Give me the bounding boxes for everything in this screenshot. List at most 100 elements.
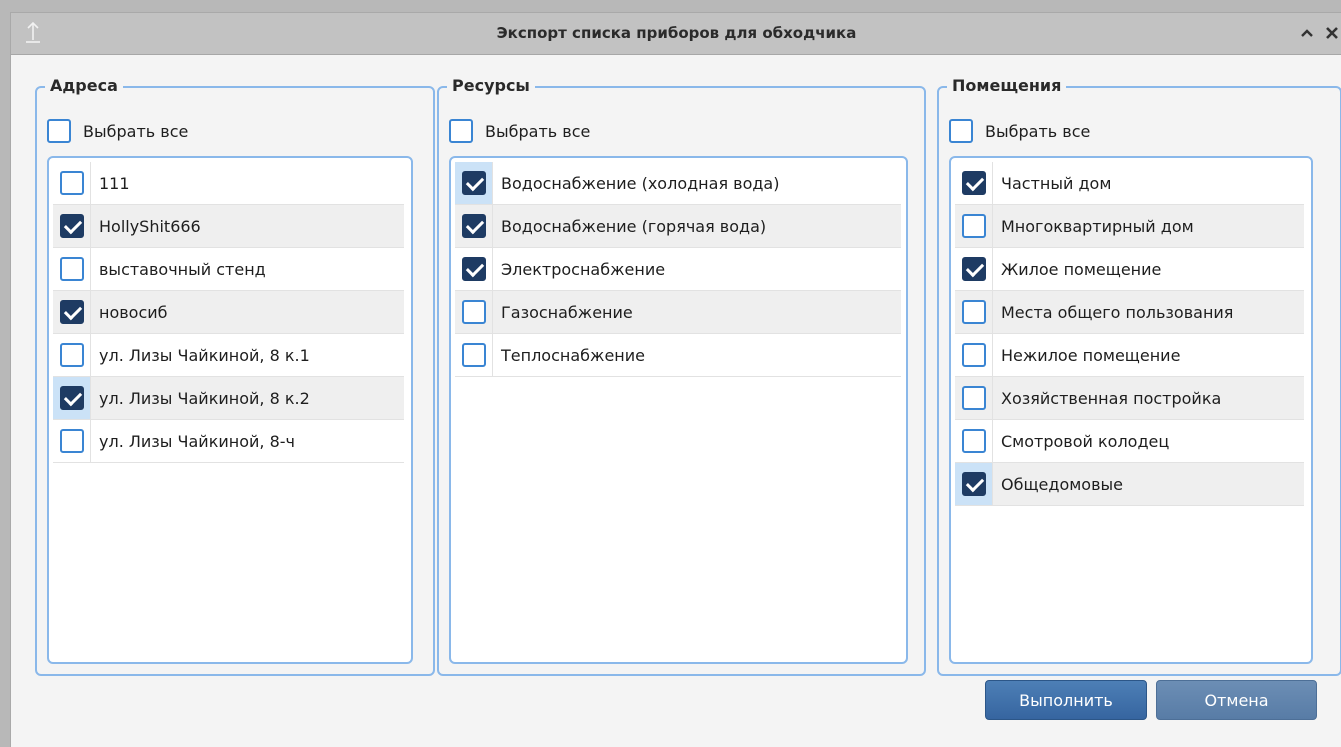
list-item-checkbox-cell[interactable] xyxy=(955,334,993,376)
list-item-label: Общедомовые xyxy=(1001,474,1123,494)
list-item-label: Места общего пользования xyxy=(1001,302,1234,322)
list-item-checkbox[interactable] xyxy=(461,343,486,367)
list-item[interactable]: Электроснабжение xyxy=(455,248,901,291)
addresses-select-all-label: Выбрать все xyxy=(83,121,189,141)
list-item-label: Газоснабжение xyxy=(501,302,633,322)
list-item-label: ул. Лизы Чайкиной, 8-ч xyxy=(99,431,295,451)
list-item-checkbox[interactable] xyxy=(461,214,486,238)
premises-select-all-label: Выбрать все xyxy=(985,121,1091,141)
list-item[interactable]: Газоснабжение xyxy=(455,291,901,334)
resources-group: Ресурсы Выбрать все Водоснабжение (холод… xyxy=(437,75,926,676)
list-item-label: ул. Лизы Чайкиной, 8 к.2 xyxy=(99,388,310,408)
close-icon[interactable] xyxy=(1322,23,1341,43)
list-item[interactable]: Места общего пользования xyxy=(955,291,1304,334)
list-item-label: Электроснабжение xyxy=(501,259,666,279)
list-item-label: Нежилое помещение xyxy=(1001,345,1181,365)
premises-select-all-checkbox[interactable] xyxy=(949,119,973,143)
list-item-checkbox-cell[interactable] xyxy=(53,291,91,333)
list-item[interactable]: Хозяйственная постройка xyxy=(955,377,1304,420)
list-item-checkbox-cell[interactable] xyxy=(955,463,993,505)
list-item[interactable]: Общедомовые xyxy=(955,463,1304,506)
list-item-checkbox[interactable] xyxy=(961,300,986,324)
list-item-checkbox[interactable] xyxy=(961,257,986,281)
execute-button[interactable]: Выполнить xyxy=(985,680,1147,720)
list-item-label: Смотровой колодец xyxy=(1001,431,1170,451)
premises-group-title: Помещения xyxy=(947,75,1067,97)
list-item[interactable]: Смотровой колодец xyxy=(955,420,1304,463)
list-item[interactable]: Водоснабжение (горячая вода) xyxy=(455,205,901,248)
list-item-label: HollyShit666 xyxy=(99,216,201,236)
addresses-select-all-checkbox[interactable] xyxy=(47,119,71,143)
list-item-checkbox-cell[interactable] xyxy=(53,248,91,290)
list-item-checkbox[interactable] xyxy=(59,386,84,410)
list-item-checkbox[interactable] xyxy=(961,472,986,496)
list-item-checkbox[interactable] xyxy=(961,171,986,195)
addresses-group: Адреса Выбрать все 111 HollyShit666 выстав… xyxy=(35,75,435,676)
premises-select-all[interactable]: Выбрать все xyxy=(949,116,1090,146)
list-item[interactable]: выставочный стенд xyxy=(53,248,404,291)
list-item-checkbox[interactable] xyxy=(461,171,486,195)
list-item-checkbox-cell[interactable] xyxy=(53,162,91,204)
list-item-label: 111 xyxy=(99,173,130,193)
list-item-checkbox[interactable] xyxy=(59,429,84,453)
list-item-checkbox-cell[interactable] xyxy=(955,291,993,333)
list-item[interactable]: Нежилое помещение xyxy=(955,334,1304,377)
list-item[interactable]: Многоквартирный дом xyxy=(955,205,1304,248)
list-item-checkbox-cell[interactable] xyxy=(955,377,993,419)
resources-group-title: Ресурсы xyxy=(447,75,535,97)
list-item-checkbox[interactable] xyxy=(961,343,986,367)
list-item[interactable]: ул. Лизы Чайкиной, 8 к.1 xyxy=(53,334,404,377)
list-item-label: Водоснабжение (горячая вода) xyxy=(501,216,767,236)
list-item-checkbox-cell[interactable] xyxy=(455,248,493,290)
list-item-checkbox-cell[interactable] xyxy=(455,205,493,247)
resources-select-all-label: Выбрать все xyxy=(485,121,591,141)
list-item-checkbox[interactable] xyxy=(59,257,84,281)
list-item-checkbox-cell[interactable] xyxy=(455,334,493,376)
list-item[interactable]: новосиб xyxy=(53,291,404,334)
title-bar[interactable]: Экспорт списка приборов для обходчика xyxy=(11,13,1341,55)
list-item-checkbox[interactable] xyxy=(961,429,986,453)
list-item-label: новосиб xyxy=(99,302,168,322)
list-item-checkbox-cell[interactable] xyxy=(955,205,993,247)
list-item-checkbox[interactable] xyxy=(961,214,986,238)
list-item-checkbox[interactable] xyxy=(59,214,84,238)
list-item-checkbox-cell[interactable] xyxy=(53,334,91,376)
resources-select-all-checkbox[interactable] xyxy=(449,119,473,143)
cancel-button[interactable]: Отмена xyxy=(1156,680,1317,720)
list-item-checkbox-cell[interactable] xyxy=(53,205,91,247)
list-item-label: Хозяйственная постройка xyxy=(1001,388,1222,408)
list-item-checkbox[interactable] xyxy=(961,386,986,410)
export-dialog-window: Экспорт списка приборов для обходчика Ад… xyxy=(10,12,1341,747)
list-item-checkbox-cell[interactable] xyxy=(955,162,993,204)
list-item-checkbox-cell[interactable] xyxy=(955,420,993,462)
list-item-checkbox-cell[interactable] xyxy=(455,291,493,333)
list-item-checkbox[interactable] xyxy=(59,343,84,367)
addresses-list[interactable]: 111 HollyShit666 выставочный стенд новосиб у… xyxy=(47,156,413,664)
list-item-checkbox-cell[interactable] xyxy=(53,377,91,419)
resources-list[interactable]: Водоснабжение (холодная вода) Водоснабжен… xyxy=(449,156,908,664)
list-item[interactable]: Водоснабжение (холодная вода) xyxy=(455,162,901,205)
list-item[interactable]: 111 xyxy=(53,162,404,205)
list-item-checkbox[interactable] xyxy=(461,300,486,324)
list-item-checkbox[interactable] xyxy=(461,257,486,281)
list-item-label: Жилое помещение xyxy=(1001,259,1162,279)
list-item-label: ул. Лизы Чайкиной, 8 к.1 xyxy=(99,345,310,365)
addresses-select-all[interactable]: Выбрать все xyxy=(47,116,188,146)
list-item-checkbox-cell[interactable] xyxy=(53,420,91,462)
resources-select-all[interactable]: Выбрать все xyxy=(449,116,590,146)
list-item-checkbox[interactable] xyxy=(59,171,84,195)
list-item[interactable]: ул. Лизы Чайкиной, 8 к.2 xyxy=(53,377,404,420)
list-item[interactable]: Частный дом xyxy=(955,162,1304,205)
list-item[interactable]: Жилое помещение xyxy=(955,248,1304,291)
chevron-up-icon[interactable] xyxy=(1297,23,1317,43)
list-item-label: Теплоснабжение xyxy=(501,345,645,365)
list-item[interactable]: HollyShit666 xyxy=(53,205,404,248)
premises-list[interactable]: Частный дом Многоквартирный дом Жилое поме… xyxy=(949,156,1313,664)
list-item-checkbox-cell[interactable] xyxy=(955,248,993,290)
list-item-checkbox-cell[interactable] xyxy=(455,162,493,204)
list-item[interactable]: Теплоснабжение xyxy=(455,334,901,377)
list-item-label: Частный дом xyxy=(1001,173,1112,193)
list-item-checkbox[interactable] xyxy=(59,300,84,324)
list-item[interactable]: ул. Лизы Чайкиной, 8-ч xyxy=(53,420,404,463)
list-item-label: выставочный стенд xyxy=(99,259,266,279)
